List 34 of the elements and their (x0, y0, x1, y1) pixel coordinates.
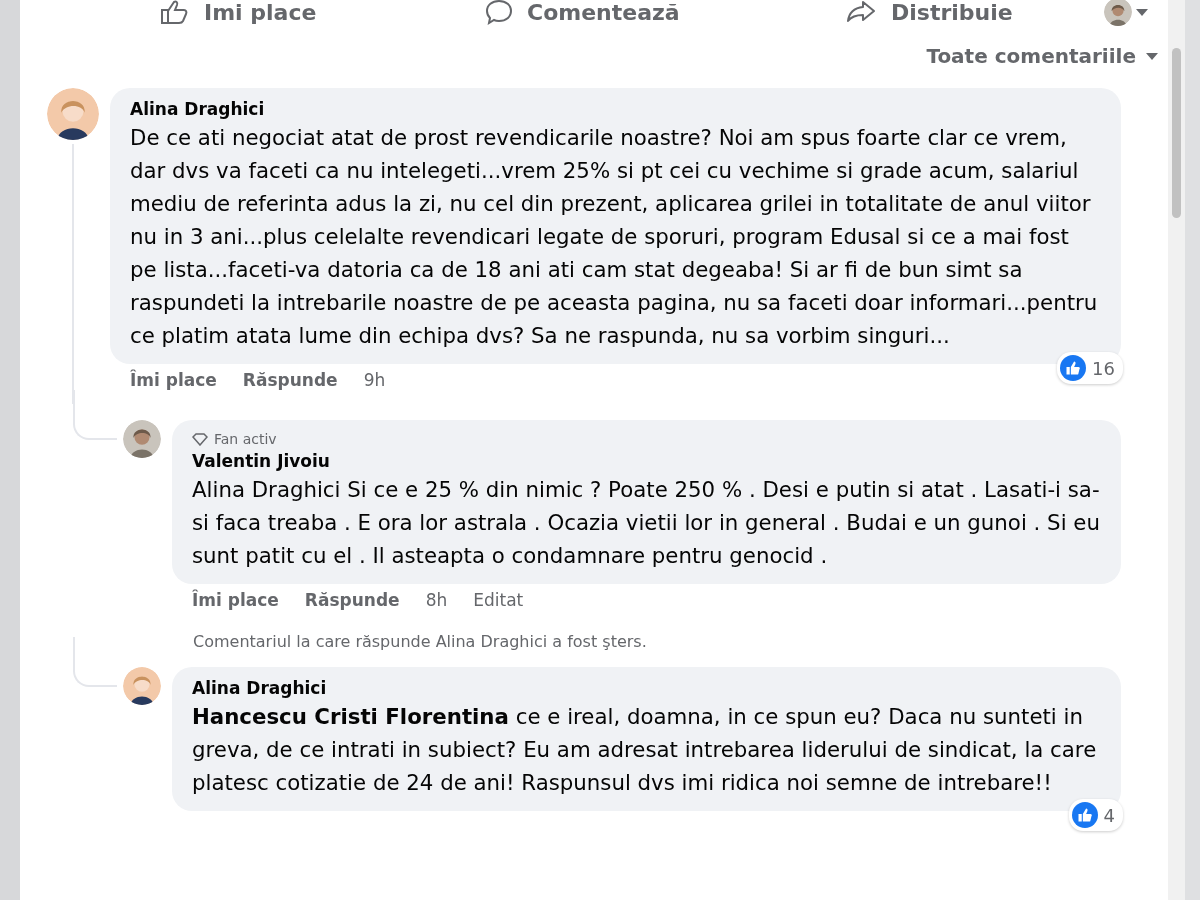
author-name[interactable]: Alina Draghici (130, 99, 1101, 119)
like-icon (1071, 802, 1098, 828)
action-label[interactable]: Imi place (204, 0, 317, 25)
sort-dropdown[interactable]: Toate comentariile (926, 44, 1158, 68)
like-icon (1060, 355, 1087, 381)
comment-action[interactable]: Răspunde (304, 590, 400, 610)
comment-action[interactable]: Îmi place (192, 590, 279, 610)
edited-label: Editat (473, 590, 524, 610)
diamond-icon (192, 432, 208, 446)
reaction-count[interactable]: 4 (1068, 799, 1123, 831)
timestamp: 9h (363, 370, 386, 390)
caret-icon[interactable] (1136, 8, 1148, 16)
avatar[interactable] (1104, 0, 1132, 26)
speech-bubble-icon (485, 0, 513, 25)
thumbs-up-icon (160, 0, 190, 25)
reaction-count[interactable]: 16 (1057, 352, 1123, 384)
comment-action[interactable]: Răspunde (242, 370, 338, 390)
badge-label: Fan activ (214, 431, 277, 447)
timestamp: 8h (425, 590, 448, 610)
action-label[interactable]: Distribuie (891, 0, 1013, 25)
comment-text: Hancescu Cristi Florentina ce e ireal, doamna, in ce spun eu? Daca nu sunteti in greva, de ce intrati in subiect? Eu am adresat intrebarea liderului de sindicat, la care platesc cotizatie de 24 de ani! Raspunsul dvs imi ridica noi semne de intrebare!! (192, 703, 1098, 797)
author-name[interactable]: Valentin Jivoiu (192, 451, 1101, 471)
comment-text: De ce ati negociat atat de prost revendicarile noastre? Noi am spus foarte clar ce vrem, dar dvs va faceti ca nu intelegeti...vrem 25% si pt cei cu vechime si grade acum, salariul mediu de referinta adus la zi, nu cel din prezent, aplicarea grilei in totalitate de anul viitor nu in 3 ani...plus celelalte revendicari legate de sporuri, program Edusal si ce a mai fost pe lista...faceti-va datoria ca de 18 ani ati cam stat degeaba! Si ar fi de bun simt sa raspundeti la intrebarile noastre de pe aceasta pagina, nu sa faceti doar informari...pentru ce platim atata lume din echipa dvs? Sa ne raspunda, nu sa vorbim singuri... (130, 124, 1099, 350)
comment-action[interactable]: Îmi place (130, 370, 217, 390)
avatar[interactable] (47, 88, 99, 140)
action-label[interactable]: Comentează (527, 0, 680, 25)
share-arrow-icon (845, 0, 877, 25)
thread-connector (73, 637, 117, 687)
comment-text: Alina Draghici Si ce e 25 % din nimic ? Poate 250 % . Desi e putin si atat . Lasati-i sa-si faca treaba . E ora lor astrala . Ocazia vietii lor in general . Budai e un gunoi . Si eu sunt patit cu el . Il asteapta o condamnare pentru genocid . (192, 476, 1101, 570)
author-name[interactable]: Alina Draghici (192, 678, 1101, 698)
deleted-notice: Comentariul la care răspunde Alina Draghici a fost şters. (192, 631, 648, 651)
avatar[interactable] (123, 667, 161, 705)
avatar[interactable] (123, 420, 161, 458)
scrollbar-thumb[interactable] (1172, 48, 1181, 218)
